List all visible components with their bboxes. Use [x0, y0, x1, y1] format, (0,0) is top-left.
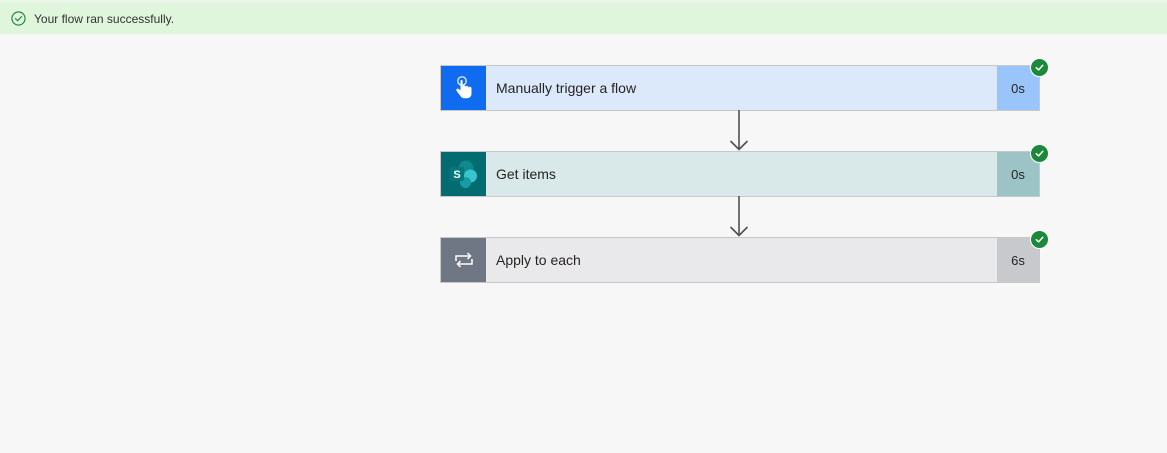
success-check-icon [1030, 230, 1049, 249]
loop-icon [441, 238, 486, 282]
check-circle-icon [11, 11, 26, 26]
svg-text:S: S [453, 169, 460, 181]
connector-arrow-icon [729, 110, 749, 151]
hand-touch-icon [441, 66, 486, 110]
step-card-manual-trigger[interactable]: Manually trigger a flow 0s [440, 65, 1040, 111]
success-check-icon [1030, 144, 1049, 163]
step-label: Manually trigger a flow [496, 80, 637, 96]
step-card-apply-to-each[interactable]: Apply to each 6s [440, 237, 1040, 283]
connector-arrow-icon [729, 196, 749, 237]
banner-message: Your flow ran successfully. [34, 11, 175, 26]
step-card-get-items[interactable]: S Get items 0s [440, 151, 1040, 197]
sharepoint-icon: S [441, 152, 486, 196]
step-label: Apply to each [496, 252, 581, 268]
success-banner: Your flow ran successfully. [0, 0, 1167, 34]
step-label: Get items [496, 166, 556, 182]
success-check-icon [1030, 58, 1049, 77]
